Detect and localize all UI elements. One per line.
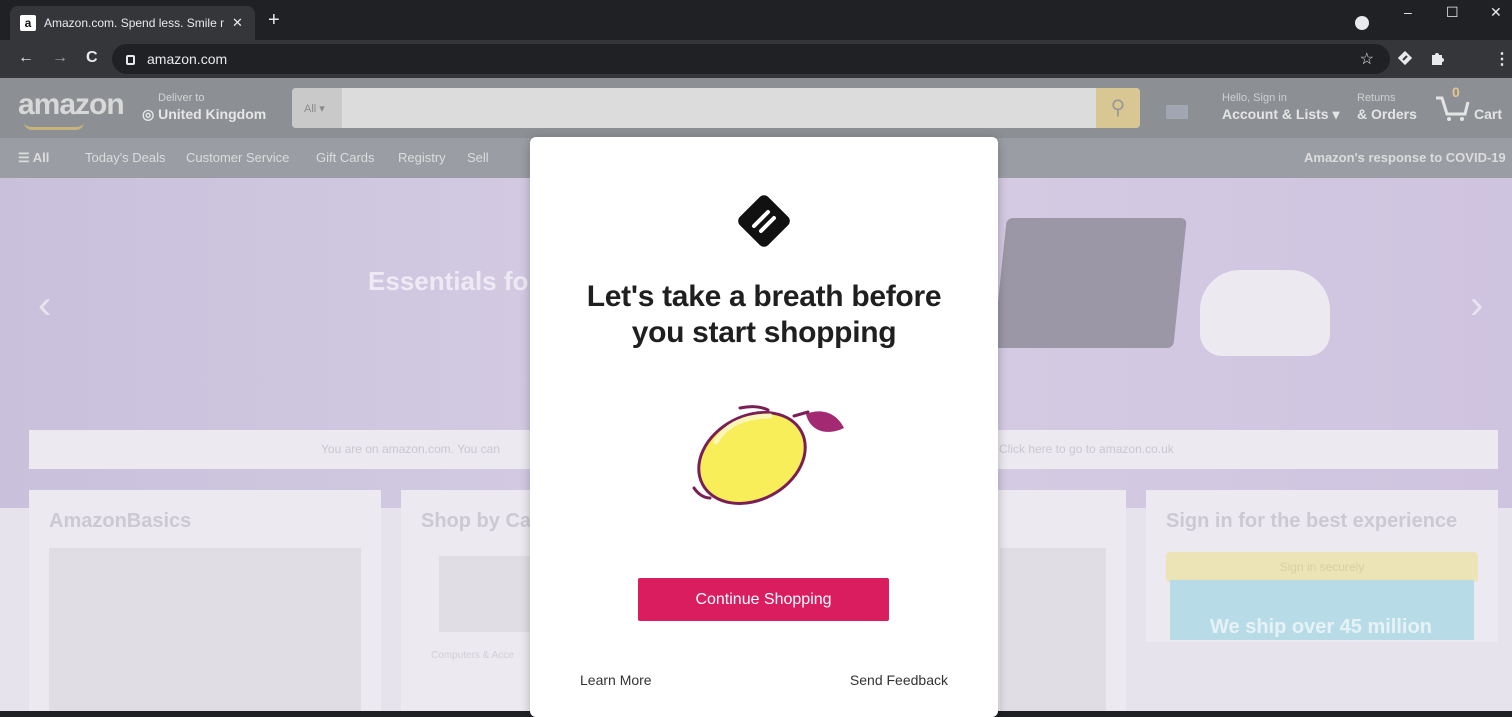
account-greeting: Hello, Sign in	[1222, 92, 1287, 104]
subnav-registry[interactable]: Registry	[398, 150, 446, 165]
bookmark-star-icon[interactable]: ☆	[1360, 49, 1374, 69]
shipping-promo-banner[interactable]: We ship over 45 million	[1170, 580, 1474, 640]
address-bar[interactable]: amazon.com ☆	[112, 44, 1390, 74]
cart-count: 0	[1452, 84, 1460, 100]
laptop-image	[993, 218, 1187, 348]
amazon-header: amazon Deliver to ◎ United Kingdom All ▾…	[0, 78, 1512, 138]
deliver-location[interactable]: ◎ United Kingdom	[142, 106, 266, 123]
browser-menu-icon[interactable]: ⋮	[1494, 49, 1510, 69]
subnav-todays-deals[interactable]: Today's Deals	[85, 150, 166, 165]
computer-image	[439, 556, 539, 632]
forward-icon[interactable]: →	[52, 49, 68, 67]
extension-diamond-icon[interactable]	[1398, 51, 1412, 65]
back-icon[interactable]: ←	[18, 49, 34, 67]
search-category-select[interactable]: All ▾	[292, 88, 342, 128]
send-feedback-link[interactable]: Send Feedback	[850, 672, 948, 688]
lock-icon	[126, 55, 135, 65]
extensions-puzzle-icon[interactable]	[1430, 51, 1444, 65]
amazon-logo[interactable]: amazon	[18, 88, 125, 122]
deliver-to-label: Deliver to	[158, 92, 205, 104]
search-icon[interactable]: ⚲	[1096, 88, 1140, 128]
cable-image	[49, 548, 361, 711]
browser-tab-bar: a Amazon.com. Spend less. Smile more. ✕ …	[0, 0, 1512, 40]
subnav-gift-cards[interactable]: Gift Cards	[316, 150, 375, 165]
go-to-uk-link[interactable]: Click here to go to amazon.co.uk	[999, 430, 1174, 469]
profile-icon[interactable]	[1355, 16, 1369, 30]
tab-title: Amazon.com. Spend less. Smile more.	[44, 16, 224, 30]
amazonbasics-card[interactable]: AmazonBasics	[29, 490, 381, 711]
minimize-icon[interactable]: –	[1404, 4, 1412, 20]
subnav-sell[interactable]: Sell	[467, 150, 489, 165]
orders-link[interactable]: & Orders	[1357, 106, 1417, 122]
card-title: AmazonBasics	[49, 510, 192, 532]
cart-label[interactable]: Cart	[1474, 106, 1502, 122]
tab-close-icon[interactable]: ✕	[232, 15, 243, 31]
all-menu-button[interactable]: ☰ All	[18, 150, 49, 166]
learn-more-link[interactable]: Learn More	[580, 672, 652, 688]
continue-shopping-button[interactable]: Continue Shopping	[638, 578, 889, 621]
covid-response-link[interactable]: Amazon's response to COVID-19	[1304, 150, 1506, 165]
card-title: Shop by Ca	[421, 510, 532, 532]
extension-logo-icon	[738, 195, 790, 247]
close-window-icon[interactable]: ✕	[1490, 4, 1502, 21]
amazon-favicon-icon: a	[20, 15, 36, 31]
product-image	[1000, 548, 1106, 711]
hero-prev-icon[interactable]: ‹	[38, 283, 51, 328]
region-notice-text: You are on amazon.com. You can	[321, 442, 501, 456]
maximize-icon[interactable]: ☐	[1446, 4, 1459, 21]
amazon-smile-icon	[24, 122, 84, 130]
lemon-illustration-icon	[692, 405, 844, 505]
browser-toolbar: ← → C amazon.com ☆ ⋮	[0, 40, 1512, 78]
modal-heading: Let's take a breath before you start sho…	[530, 279, 998, 351]
shipping-promo-text: We ship over 45 million	[1210, 616, 1432, 638]
subnav-customer-service[interactable]: Customer Service	[186, 150, 289, 165]
modal-heading-line-2: you start shopping	[631, 316, 897, 349]
amazon-search-bar[interactable]: All ▾ ⚲	[292, 88, 1140, 128]
hero-title: Essentials fo	[368, 266, 529, 296]
signin-card-title: Sign in for the best experience	[1166, 510, 1458, 532]
modal-heading-line-1: Let's take a breath before	[586, 280, 942, 313]
us-flag-icon[interactable]	[1166, 105, 1188, 119]
account-lists-link[interactable]: Account & Lists ▾	[1222, 106, 1339, 123]
hero-next-icon[interactable]: ›	[1470, 283, 1483, 328]
category-caption[interactable]: Computers & Acce	[431, 650, 514, 661]
mindful-shopping-modal: Let's take a breath before you start sho…	[530, 137, 998, 717]
reload-icon[interactable]: C	[86, 49, 98, 67]
url-text: amazon.com	[147, 51, 228, 67]
sign-in-securely-button[interactable]: Sign in securely	[1166, 552, 1478, 582]
new-tab-icon[interactable]: +	[268, 10, 280, 30]
returns-label: Returns	[1357, 92, 1396, 104]
game-controller-image	[1200, 270, 1330, 356]
browser-tab[interactable]: a Amazon.com. Spend less. Smile more. ✕	[10, 6, 255, 40]
